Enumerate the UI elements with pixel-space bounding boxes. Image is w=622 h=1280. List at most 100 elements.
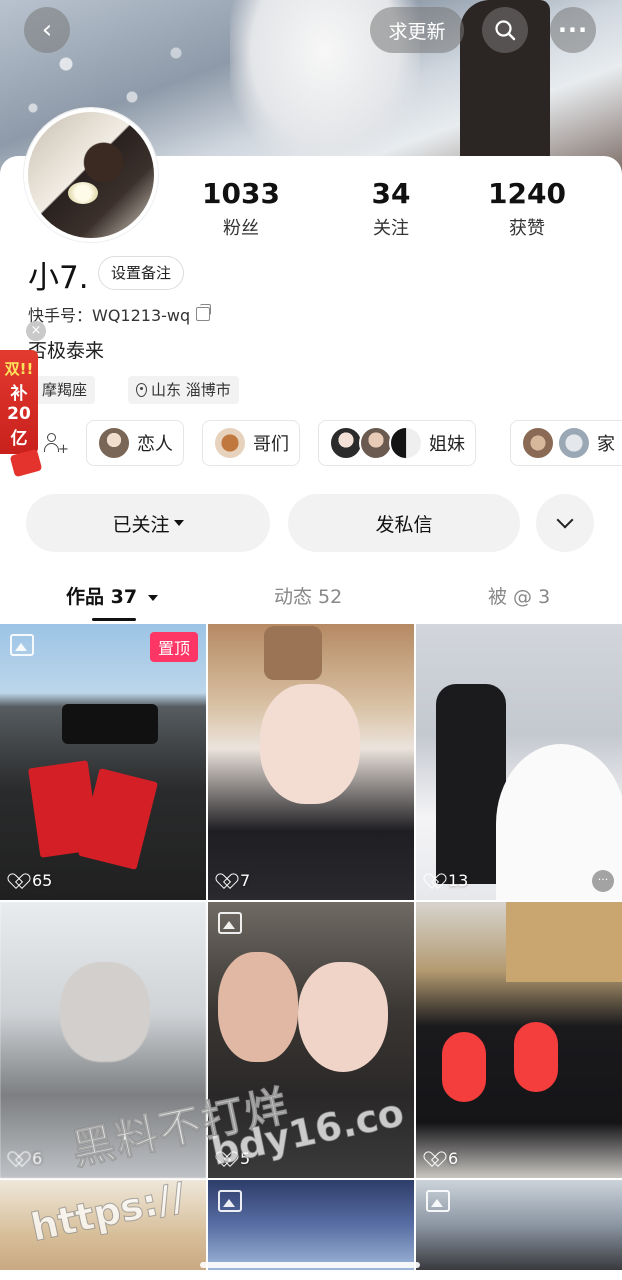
post-tile[interactable]: 7 (208, 624, 414, 900)
more-icon[interactable]: ··· (592, 870, 614, 892)
kuaishou-id: 快手号：WQ1213-wq (28, 306, 191, 325)
relation-avatar (97, 426, 131, 460)
close-icon[interactable]: × (26, 321, 46, 341)
tag-location: 山东 淄博市 (128, 376, 239, 404)
more-button[interactable]: ··· (550, 7, 596, 53)
expand-button[interactable] (536, 494, 594, 552)
avatar[interactable] (24, 108, 158, 242)
relation-bro-label: 哥们 (253, 434, 289, 455)
followers-stat[interactable]: 1033 粉丝 (176, 176, 306, 240)
likes-stat[interactable]: 1240 获赞 (462, 176, 592, 240)
tag-zodiac: 摩羯座 (34, 376, 96, 404)
relation-family-label: 家 (597, 434, 615, 455)
tab-works-label: 作品 37 (66, 586, 138, 608)
following-label: 关注 (373, 218, 409, 239)
avatar-bouquet (68, 182, 98, 204)
search-icon (495, 20, 516, 41)
post-thumbnail-box (506, 902, 622, 982)
promo-line4: 亿 (10, 429, 28, 449)
add-relation-button[interactable]: + (34, 420, 74, 466)
likes-count: 1240 (488, 177, 566, 210)
post-tile[interactable]: 置顶 65 (0, 624, 206, 900)
post-thumbnail-face (218, 952, 298, 1062)
user-add-icon: + (44, 433, 69, 456)
post-likes-count: 7 (240, 871, 251, 890)
heart-icon (12, 1152, 28, 1166)
relation-bro[interactable]: 哥们 (202, 420, 300, 466)
search-button[interactable] (482, 7, 528, 53)
image-post-icon (218, 912, 242, 934)
kuaishou-id-row[interactable]: 快手号：WQ1213-wq (28, 302, 212, 326)
back-button[interactable]: ‹ (24, 7, 70, 53)
caret-down-icon (147, 594, 158, 601)
caret-down-icon (173, 520, 184, 526)
post-likes: 6 (428, 1149, 458, 1168)
relation-lover-label: 恋人 (137, 434, 173, 455)
post-likes-count: 6 (32, 1149, 43, 1168)
relation-sisters-label: 姐妹 (429, 434, 465, 455)
relation-avatars (329, 426, 423, 460)
relation-sisters[interactable]: 姐妹 (318, 420, 476, 466)
post-likes-count: 13 (448, 871, 469, 890)
home-indicator (200, 1262, 420, 1268)
followers-label: 粉丝 (223, 218, 259, 239)
tag-zodiac-label: 摩羯座 (42, 381, 88, 399)
promo-banner[interactable]: 双!! 补 20 亿 (0, 350, 38, 454)
relation-avatar (557, 426, 591, 460)
location-pin-icon (136, 383, 147, 397)
image-post-icon (10, 634, 34, 656)
post-likes: 7 (220, 871, 250, 890)
following-button-label: 已关注 (112, 513, 170, 536)
post-thumbnail-cat-sticker (264, 626, 322, 680)
more-icon: ··· (557, 16, 589, 44)
heart-icon (12, 874, 28, 888)
following-button[interactable]: 已关注 (26, 494, 270, 552)
chevron-down-icon (556, 511, 574, 529)
send-message-label: 发私信 (375, 513, 433, 536)
likes-label: 获赞 (509, 218, 545, 239)
request-update-button[interactable]: 求更新 (370, 7, 464, 53)
profile-name: 小7. (28, 260, 89, 296)
post-thumbnail-mouse (514, 1022, 558, 1092)
tab-moments[interactable]: 动态 52 (274, 582, 342, 609)
relation-avatar (359, 426, 393, 460)
relation-lover[interactable]: 恋人 (86, 420, 184, 466)
copy-icon[interactable] (196, 304, 212, 321)
post-likes-count: 65 (32, 871, 53, 890)
promo-line3: 20 (7, 404, 31, 424)
relation-avatar (389, 426, 423, 460)
promo-line2: 补 (10, 384, 28, 404)
post-thumbnail-mouse (442, 1032, 486, 1102)
pinned-badge: 置顶 (149, 632, 198, 662)
post-thumbnail-face (298, 962, 388, 1072)
set-remark-button[interactable]: 设置备注 (98, 256, 185, 290)
request-update-label: 求更新 (388, 20, 446, 43)
chevron-left-icon: ‹ (41, 15, 53, 45)
tag-location-label: 山东 淄博市 (151, 381, 231, 399)
heart-icon (428, 1152, 444, 1166)
post-thumbnail-face (260, 684, 360, 804)
post-tile[interactable] (208, 1180, 414, 1270)
post-tile[interactable]: 6 (416, 902, 622, 1178)
send-message-button[interactable]: 发私信 (288, 494, 520, 552)
promo-line1: 双!! (4, 360, 34, 378)
following-stat[interactable]: 34 关注 (326, 176, 456, 240)
post-tile[interactable]: ··· 13 (416, 624, 622, 900)
image-post-icon (218, 1190, 242, 1212)
post-likes: 65 (12, 871, 52, 890)
relation-avatar (213, 426, 247, 460)
relation-family[interactable]: 家 (510, 420, 622, 466)
post-thumbnail-blurred-person (60, 962, 150, 1062)
post-likes: 6 (12, 1149, 42, 1168)
relation-avatar (521, 426, 555, 460)
tab-works[interactable]: 作品 37 (66, 582, 158, 609)
post-tile[interactable] (416, 1180, 622, 1270)
following-count: 34 (371, 177, 411, 210)
post-likes-count: 6 (448, 1149, 459, 1168)
heart-icon (220, 874, 236, 888)
post-thumbnail-car (62, 704, 158, 744)
active-tab-indicator (92, 618, 136, 621)
image-post-icon (426, 1190, 450, 1212)
post-likes: 13 (428, 871, 468, 890)
tab-mentions[interactable]: 被 @ 3 (488, 582, 550, 609)
